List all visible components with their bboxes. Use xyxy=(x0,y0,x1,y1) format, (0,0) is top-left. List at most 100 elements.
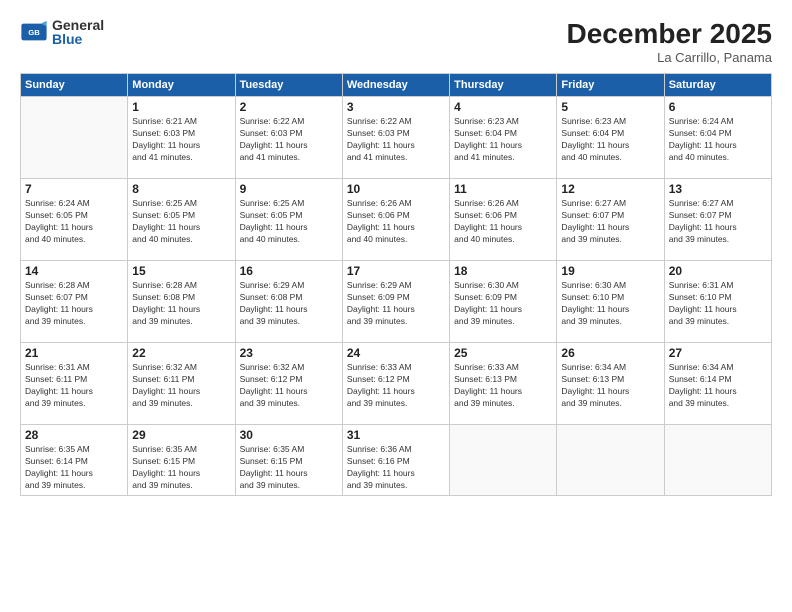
col-saturday: Saturday xyxy=(664,74,771,97)
day-info: Sunrise: 6:31 AM Sunset: 6:10 PM Dayligh… xyxy=(669,280,767,328)
day-info: Sunrise: 6:32 AM Sunset: 6:12 PM Dayligh… xyxy=(240,362,338,410)
col-wednesday: Wednesday xyxy=(342,74,449,97)
calendar-day-cell xyxy=(557,425,664,496)
calendar-day-cell: 19Sunrise: 6:30 AM Sunset: 6:10 PM Dayli… xyxy=(557,261,664,343)
location-text: La Carrillo, Panama xyxy=(567,50,772,65)
day-info: Sunrise: 6:35 AM Sunset: 6:15 PM Dayligh… xyxy=(132,444,230,492)
calendar-day-cell: 30 Sunrise: 6:35 AM Sunset: 6:15 PM Dayli… xyxy=(235,425,342,496)
day-number: 26 xyxy=(561,346,659,360)
svg-text:GB: GB xyxy=(28,28,40,37)
calendar-week-row: 7 Sunrise: 6:24 AM Sunset: 6:05 PM Daylig… xyxy=(21,179,772,261)
day-info: Sunrise: 6:30 AM Sunset: 6:09 PM Dayligh… xyxy=(454,280,552,328)
day-number: 5 xyxy=(561,100,659,114)
day-info: Sunrise: 6:24 AM Sunset: 6:04 PM Dayligh… xyxy=(669,116,767,164)
calendar-day-cell: 2 Sunrise: 6:22 AM Sunset: 6:03 PM Daylig… xyxy=(235,97,342,179)
day-info: Sunrise: 6:22 AM Sunset: 6:03 PM Dayligh… xyxy=(347,116,445,164)
logo-text: General Blue xyxy=(52,18,104,46)
day-number: 7 xyxy=(25,182,123,196)
day-number: 15 xyxy=(132,264,230,278)
day-info: Sunrise: 6:24 AM Sunset: 6:05 PM Dayligh… xyxy=(25,198,123,246)
day-info: Sunrise: 6:29 AM Sunset: 6:08 PM Dayligh… xyxy=(240,280,338,328)
day-info: Sunrise: 6:21 AM Sunset: 6:03 PM Dayligh… xyxy=(132,116,230,164)
day-number: 6 xyxy=(669,100,767,114)
calendar-day-cell: 7 Sunrise: 6:24 AM Sunset: 6:05 PM Daylig… xyxy=(21,179,128,261)
calendar-week-row: 28Sunrise: 6:35 AM Sunset: 6:14 PM Dayli… xyxy=(21,425,772,496)
day-info: Sunrise: 6:26 AM Sunset: 6:06 PM Dayligh… xyxy=(347,198,445,246)
day-number: 28 xyxy=(25,428,123,442)
calendar-day-cell xyxy=(450,425,557,496)
calendar-table: Sunday Monday Tuesday Wednesday Thursday… xyxy=(20,73,772,496)
day-number: 17 xyxy=(347,264,445,278)
day-number: 8 xyxy=(132,182,230,196)
day-number: 16 xyxy=(240,264,338,278)
logo: GB General Blue xyxy=(20,18,104,46)
calendar-day-cell: 29 Sunrise: 6:35 AM Sunset: 6:15 PM Dayli… xyxy=(128,425,235,496)
calendar-day-cell: 22Sunrise: 6:32 AM Sunset: 6:11 PM Dayli… xyxy=(128,343,235,425)
day-info: Sunrise: 6:27 AM Sunset: 6:07 PM Dayligh… xyxy=(669,198,767,246)
day-number: 9 xyxy=(240,182,338,196)
day-number: 31 xyxy=(347,428,445,442)
calendar-day-cell: 27 Sunrise: 6:34 AM Sunset: 6:14 PM Dayli… xyxy=(664,343,771,425)
day-info: Sunrise: 6:26 AM Sunset: 6:06 PM Dayligh… xyxy=(454,198,552,246)
calendar-day-cell: 4 Sunrise: 6:23 AM Sunset: 6:04 PM Daylig… xyxy=(450,97,557,179)
day-info: Sunrise: 6:35 AM Sunset: 6:15 PM Dayligh… xyxy=(240,444,338,492)
col-thursday: Thursday xyxy=(450,74,557,97)
day-info: Sunrise: 6:29 AM Sunset: 6:09 PM Dayligh… xyxy=(347,280,445,328)
calendar-day-cell: 3 Sunrise: 6:22 AM Sunset: 6:03 PM Daylig… xyxy=(342,97,449,179)
day-number: 4 xyxy=(454,100,552,114)
day-info: Sunrise: 6:34 AM Sunset: 6:13 PM Dayligh… xyxy=(561,362,659,410)
day-number: 25 xyxy=(454,346,552,360)
calendar-day-cell: 13 Sunrise: 6:27 AM Sunset: 6:07 PM Dayli… xyxy=(664,179,771,261)
day-number: 30 xyxy=(240,428,338,442)
day-number: 13 xyxy=(669,182,767,196)
calendar-day-cell: 8 Sunrise: 6:25 AM Sunset: 6:05 PM Daylig… xyxy=(128,179,235,261)
calendar-day-cell xyxy=(21,97,128,179)
calendar-day-cell: 31Sunrise: 6:36 AM Sunset: 6:16 PM Dayli… xyxy=(342,425,449,496)
calendar-day-cell: 23 Sunrise: 6:32 AM Sunset: 6:12 PM Dayli… xyxy=(235,343,342,425)
month-year-title: December 2025 xyxy=(567,18,772,50)
calendar-week-row: 21Sunrise: 6:31 AM Sunset: 6:11 PM Dayli… xyxy=(21,343,772,425)
logo-blue-text: Blue xyxy=(52,32,104,46)
calendar-day-cell: 24Sunrise: 6:33 AM Sunset: 6:12 PM Dayli… xyxy=(342,343,449,425)
calendar-day-cell: 26 Sunrise: 6:34 AM Sunset: 6:13 PM Dayli… xyxy=(557,343,664,425)
page: GB General Blue December 2025 La Carrill… xyxy=(0,0,792,612)
calendar-day-cell: 25 Sunrise: 6:33 AM Sunset: 6:13 PM Dayli… xyxy=(450,343,557,425)
header: GB General Blue December 2025 La Carrill… xyxy=(20,18,772,65)
calendar-day-cell: 18 Sunrise: 6:30 AM Sunset: 6:09 PM Dayli… xyxy=(450,261,557,343)
day-info: Sunrise: 6:33 AM Sunset: 6:13 PM Dayligh… xyxy=(454,362,552,410)
day-info: Sunrise: 6:28 AM Sunset: 6:07 PM Dayligh… xyxy=(25,280,123,328)
calendar-day-cell: 14 Sunrise: 6:28 AM Sunset: 6:07 PM Dayli… xyxy=(21,261,128,343)
col-monday: Monday xyxy=(128,74,235,97)
day-number: 3 xyxy=(347,100,445,114)
day-info: Sunrise: 6:30 AM Sunset: 6:10 PM Dayligh… xyxy=(561,280,659,328)
col-tuesday: Tuesday xyxy=(235,74,342,97)
calendar-day-cell: 12Sunrise: 6:27 AM Sunset: 6:07 PM Dayli… xyxy=(557,179,664,261)
day-info: Sunrise: 6:34 AM Sunset: 6:14 PM Dayligh… xyxy=(669,362,767,410)
day-info: Sunrise: 6:23 AM Sunset: 6:04 PM Dayligh… xyxy=(454,116,552,164)
day-number: 27 xyxy=(669,346,767,360)
day-number: 11 xyxy=(454,182,552,196)
day-number: 2 xyxy=(240,100,338,114)
title-section: December 2025 La Carrillo, Panama xyxy=(567,18,772,65)
day-info: Sunrise: 6:23 AM Sunset: 6:04 PM Dayligh… xyxy=(561,116,659,164)
day-info: Sunrise: 6:22 AM Sunset: 6:03 PM Dayligh… xyxy=(240,116,338,164)
day-number: 12 xyxy=(561,182,659,196)
day-info: Sunrise: 6:28 AM Sunset: 6:08 PM Dayligh… xyxy=(132,280,230,328)
day-number: 29 xyxy=(132,428,230,442)
calendar-day-cell: 11 Sunrise: 6:26 AM Sunset: 6:06 PM Dayli… xyxy=(450,179,557,261)
col-friday: Friday xyxy=(557,74,664,97)
day-info: Sunrise: 6:25 AM Sunset: 6:05 PM Dayligh… xyxy=(132,198,230,246)
col-sunday: Sunday xyxy=(21,74,128,97)
day-info: Sunrise: 6:31 AM Sunset: 6:11 PM Dayligh… xyxy=(25,362,123,410)
day-number: 1 xyxy=(132,100,230,114)
day-number: 18 xyxy=(454,264,552,278)
calendar-day-cell: 6 Sunrise: 6:24 AM Sunset: 6:04 PM Daylig… xyxy=(664,97,771,179)
calendar-day-cell: 17 Sunrise: 6:29 AM Sunset: 6:09 PM Dayli… xyxy=(342,261,449,343)
calendar-week-row: 1 Sunrise: 6:21 AM Sunset: 6:03 PM Daylig… xyxy=(21,97,772,179)
day-number: 14 xyxy=(25,264,123,278)
day-number: 23 xyxy=(240,346,338,360)
day-info: Sunrise: 6:25 AM Sunset: 6:05 PM Dayligh… xyxy=(240,198,338,246)
day-number: 20 xyxy=(669,264,767,278)
calendar-header-row: Sunday Monday Tuesday Wednesday Thursday… xyxy=(21,74,772,97)
calendar-day-cell xyxy=(664,425,771,496)
